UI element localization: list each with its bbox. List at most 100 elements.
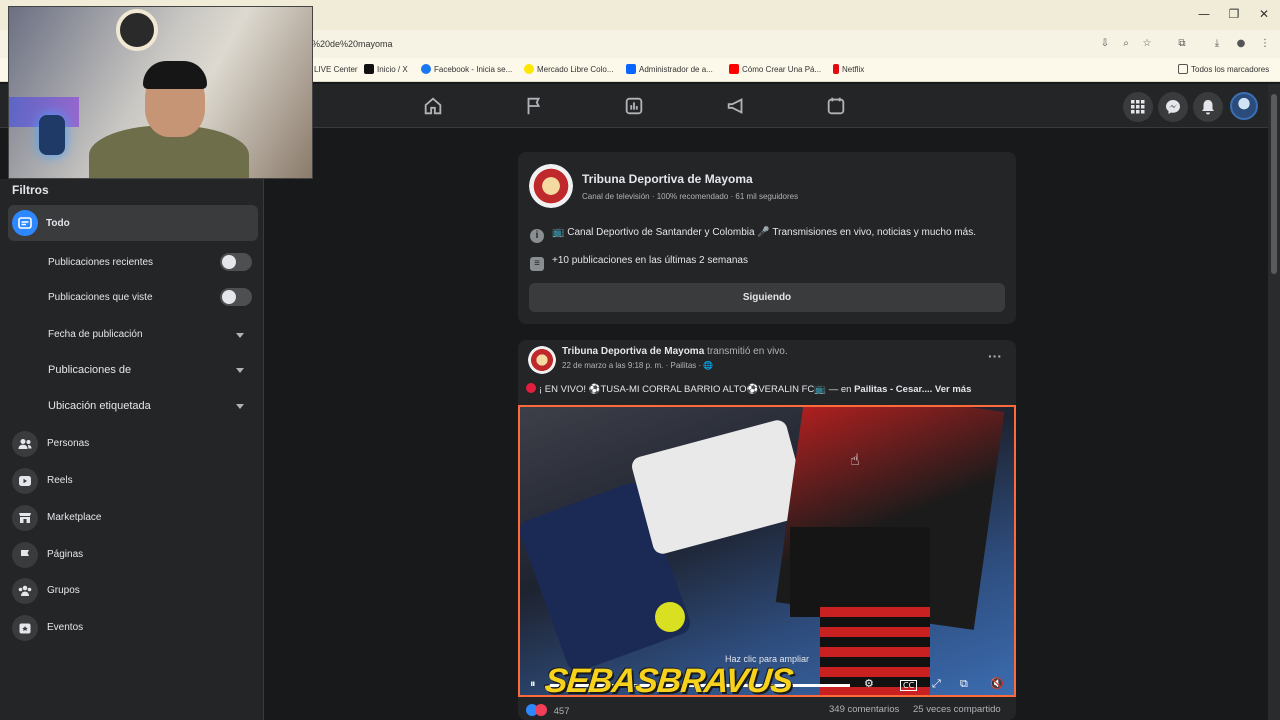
post-author-name[interactable]: Tribuna Deportiva de Mayoma	[562, 346, 704, 357]
bookmark-item[interactable]: Cómo Crear Una Pá...	[729, 63, 821, 77]
post-place[interactable]: Pailitas - Cesar	[854, 384, 922, 395]
events-icon	[12, 615, 38, 641]
page-result-card: Tribuna Deportiva de Mayoma Canal de tel…	[518, 152, 1016, 324]
comment-count[interactable]: 349 comentarios	[829, 704, 899, 715]
bookmark-item[interactable]: Facebook - Inicia se...	[421, 63, 512, 77]
browser-menu-icon[interactable]: ⋮	[1258, 37, 1272, 51]
category-marketplace[interactable]: Marketplace	[47, 512, 101, 523]
post-author-avatar[interactable]	[528, 346, 556, 374]
install-app-icon[interactable]: ⇩	[1098, 37, 1112, 51]
megaphone-icon[interactable]	[725, 95, 747, 117]
share-count[interactable]: 25 veces compartido	[913, 704, 1001, 715]
address-bar[interactable]: %20de%20mayoma	[306, 33, 1096, 55]
bookmark-item[interactable]: Netflix	[833, 63, 864, 77]
bookmark-star-icon[interactable]: ☆	[1140, 37, 1154, 51]
video-ball	[655, 602, 685, 632]
page-logo[interactable]	[529, 164, 573, 208]
category-pages[interactable]: Páginas	[47, 549, 83, 560]
hand-cursor-icon: ☝	[850, 450, 860, 469]
following-button[interactable]: Siguiendo	[529, 283, 1005, 312]
category-groups[interactable]: Grupos	[47, 585, 80, 596]
folder-icon	[1178, 64, 1188, 74]
facebook-icon	[421, 64, 431, 74]
streamer-webcam	[8, 6, 313, 179]
netflix-icon	[833, 64, 839, 74]
seen-posts-toggle[interactable]	[220, 288, 252, 306]
home-icon[interactable]	[422, 95, 444, 117]
settings-gear-icon[interactable]: ⚙	[864, 677, 874, 690]
filters-title: Filtros	[12, 183, 49, 197]
download-icon[interactable]: ⤓	[1210, 37, 1224, 51]
bookmark-item[interactable]: Inicio / X	[364, 63, 408, 77]
category-events[interactable]: Eventos	[47, 622, 83, 633]
restore-button[interactable]: ❐	[1224, 6, 1244, 22]
more-options-icon[interactable]: ···	[984, 348, 1006, 370]
scrollbar-thumb[interactable]	[1271, 94, 1277, 274]
bell-icon	[1202, 100, 1214, 115]
post-footer: 457 349 comentarios 25 veces compartido	[526, 704, 1008, 718]
insights-icon[interactable]	[623, 95, 645, 117]
groups-icon	[12, 578, 38, 604]
bookmark-item[interactable]: LIVE Center	[314, 63, 358, 77]
expand-icon[interactable]: ⤢	[932, 677, 941, 691]
post-text-row: ¡ EN VIVO! ⚽TUSA-MI CORRAL BARRIO ALTO⚽V…	[526, 383, 971, 395]
category-people[interactable]: Personas	[47, 438, 89, 449]
bookmark-item[interactable]: Mercado Libre Colo...	[524, 63, 613, 77]
minimize-button[interactable]: —	[1194, 6, 1214, 22]
volume-muted-icon[interactable]: 🔇	[990, 677, 1004, 690]
info-icon: i	[530, 229, 544, 243]
date-posted-dropdown[interactable]: Fecha de publicación	[48, 329, 143, 340]
post-header: Tribuna Deportiva de Mayoma transmitió e…	[562, 346, 788, 357]
ring-light	[116, 9, 158, 51]
all-results-icon	[12, 210, 38, 236]
microphone	[39, 115, 65, 155]
reaction-count[interactable]: 457	[554, 706, 570, 717]
live-video-player[interactable]: Haz clic para ampliar ⏸ ⚙ CC ⤢ ⧉ 🔇	[518, 405, 1016, 697]
flag-icon	[12, 542, 38, 568]
messenger-button[interactable]	[1158, 92, 1188, 122]
love-reaction-icon	[535, 704, 547, 716]
posted-by-dropdown[interactable]: Publicaciones de	[48, 364, 131, 376]
live-dot-icon	[526, 383, 536, 393]
events-calendar-icon[interactable]	[825, 95, 847, 117]
see-more-link[interactable]: .... Ver más	[922, 384, 972, 395]
bookmark-item[interactable]: Administrador de a...	[626, 63, 713, 77]
page-subtitle: Canal de televisión · 100% recomendado ·…	[582, 192, 799, 201]
recent-posts-toggle[interactable]	[220, 253, 252, 271]
tagged-location-dropdown[interactable]: Ubicación etiquetada	[48, 400, 151, 412]
category-reels[interactable]: Reels	[47, 475, 73, 486]
search-filters-sidebar: Filtros Todo Publicaciones recientes Pub…	[0, 179, 264, 720]
page-name[interactable]: Tribuna Deportiva de Mayoma	[582, 172, 753, 186]
picture-in-picture-icon[interactable]: ⧉	[960, 677, 968, 691]
grid-icon	[1131, 100, 1145, 114]
pages-flag-icon[interactable]	[523, 95, 545, 117]
post-text: ¡ EN VIVO! ⚽TUSA-MI CORRAL BARRIO ALTO⚽V…	[539, 384, 855, 395]
x-icon	[364, 64, 374, 74]
chevron-down-icon[interactable]	[236, 404, 244, 409]
profile-icon[interactable]: ●	[1234, 37, 1248, 51]
filter-all-label: Todo	[46, 218, 70, 229]
seen-posts-label: Publicaciones que viste	[48, 292, 153, 303]
captions-icon[interactable]: CC	[900, 680, 918, 691]
all-bookmarks-folder[interactable]: Todos los marcadores	[1178, 63, 1269, 77]
page-description: 📺 Canal Deportivo de Santander y Colombi…	[552, 227, 976, 238]
close-window-button[interactable]: ✕	[1254, 6, 1274, 22]
chevron-down-icon[interactable]	[236, 333, 244, 338]
mercadolibre-icon	[524, 64, 534, 74]
menu-grid-button[interactable]	[1123, 92, 1153, 122]
chevron-down-icon[interactable]	[236, 368, 244, 373]
reels-icon	[12, 468, 38, 494]
post-action: transmitió en vivo.	[707, 346, 788, 357]
account-avatar[interactable]	[1230, 92, 1258, 120]
meta-icon	[626, 64, 636, 74]
pause-icon[interactable]: ⏸	[530, 677, 536, 691]
people-icon	[12, 431, 38, 457]
zoom-icon[interactable]: ⌕	[1119, 37, 1133, 51]
messenger-icon	[1166, 100, 1180, 114]
post-date[interactable]: 22 de marzo a las 9:18 p. m. · Pailitas …	[562, 361, 713, 370]
page-scrollbar[interactable]	[1268, 84, 1280, 720]
video-shorts	[790, 527, 930, 617]
notifications-button[interactable]	[1193, 92, 1223, 122]
page-description-row: i 📺 Canal Deportivo de Santander y Colomb…	[530, 227, 976, 243]
extensions-icon[interactable]: ⧉	[1175, 37, 1189, 51]
